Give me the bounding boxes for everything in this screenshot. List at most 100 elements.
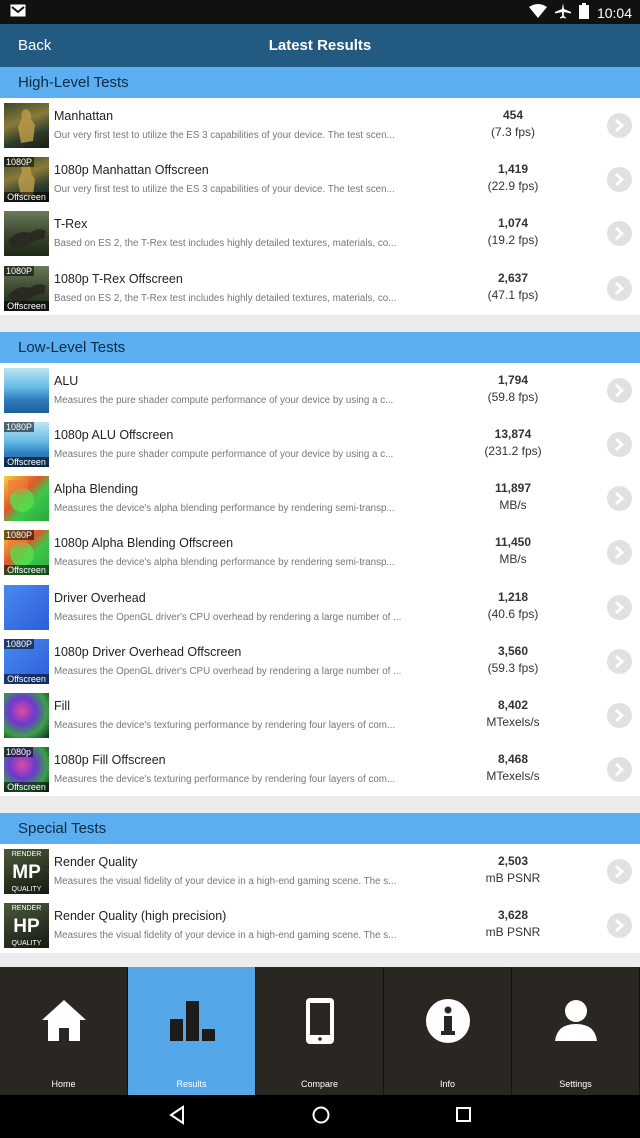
test-score: 1,218 (40.6 fps) <box>450 590 576 621</box>
score-unit: (231.2 fps) <box>484 443 542 458</box>
test-description: Measures the OpenGL driver's CPU overhea… <box>54 611 402 623</box>
clock: 10:04 <box>596 4 632 21</box>
section-gap <box>0 314 640 332</box>
render-quality-high-thumbnail: RENDER HP QUALITY <box>4 903 49 949</box>
test-score: 1,419 (22.9 fps) <box>450 162 576 193</box>
score-value: 8,468 <box>497 752 529 767</box>
chevron-right-icon[interactable] <box>607 167 632 193</box>
tab-home[interactable]: Home <box>0 967 128 1095</box>
tab-results[interactable]: Results <box>128 967 256 1095</box>
chevron-right-icon[interactable] <box>607 377 632 403</box>
score-value: 1,794 <box>497 372 529 387</box>
chevron-right-icon[interactable] <box>607 594 632 620</box>
result-row-fill-offscreen[interactable]: 1080p Offscreen 1080p Fill Offscreen Mea… <box>0 742 640 797</box>
resolution-tag: 1080P <box>4 530 35 541</box>
result-row-render-quality[interactable]: RENDER MP QUALITY Render Quality Measure… <box>0 844 640 899</box>
chevron-right-icon[interactable] <box>607 113 632 138</box>
fill-offscreen-thumbnail: 1080p Offscreen <box>4 747 49 793</box>
test-name: 1080p ALU Offscreen <box>54 427 174 442</box>
quality-label: QUALITY <box>11 886 42 894</box>
app-header: Back Latest Results <box>0 24 640 67</box>
section-header-high-level: High-Level Tests <box>0 67 640 98</box>
chevron-right-icon[interactable] <box>607 859 632 885</box>
tab-compare[interactable]: Compare <box>256 967 384 1095</box>
chevron-right-icon[interactable] <box>607 913 632 939</box>
manhattan-thumbnail <box>4 103 49 148</box>
results-list[interactable]: High-Level Tests Manhattan Our very firs… <box>0 67 640 967</box>
tab-settings[interactable]: Settings <box>512 967 640 1095</box>
test-description: Based on ES 2, the T-Rex test includes h… <box>54 238 397 250</box>
alpha-blending-offscreen-thumbnail: 1080P Offscreen <box>4 530 49 576</box>
result-row-driver-overhead-offscreen[interactable]: 1080P Offscreen 1080p Driver Overhead Of… <box>0 633 640 688</box>
alu-offscreen-thumbnail: 1080P Offscreen <box>4 421 49 467</box>
hp-label: HP <box>13 916 40 938</box>
score-value: 2,503 <box>497 854 529 869</box>
score-value: 3,628 <box>497 908 529 923</box>
result-row-trex[interactable]: T-Rex Based on ES 2, the T-Rex test incl… <box>0 206 640 261</box>
chevron-right-icon[interactable] <box>607 486 632 512</box>
result-row-fill[interactable]: Fill Measures the device's texturing per… <box>0 687 640 743</box>
resolution-tag: 1080p <box>4 747 34 758</box>
test-name: Fill <box>54 698 70 713</box>
chevron-right-icon[interactable] <box>607 221 632 247</box>
score-unit: (19.2 fps) <box>487 233 539 248</box>
section-header-low-level: Low-Level Tests <box>0 331 640 363</box>
home-circle-icon[interactable] <box>311 1105 331 1125</box>
resolution-tag: 1080P <box>4 157 35 168</box>
test-score: 3,560 (59.3 fps) <box>450 644 576 675</box>
test-description: Our very first test to utilize the ES 3 … <box>54 130 395 141</box>
result-row-alu[interactable]: ALU Measures the pure shader compute per… <box>0 362 640 417</box>
section-header-special: Special Tests <box>0 813 640 845</box>
section-gap <box>0 796 640 814</box>
tab-label: Info <box>439 1079 455 1089</box>
score-value: 454 <box>502 108 524 122</box>
info-icon <box>426 999 470 1043</box>
result-row-trex-offscreen[interactable]: 1080P Offscreen 1080p T-Rex Offscreen Ba… <box>0 260 640 315</box>
test-description: Measures the OpenGL driver's CPU overhea… <box>54 665 402 677</box>
chevron-right-icon[interactable] <box>607 275 632 301</box>
section-low-level: ALU Measures the pure shader compute per… <box>0 362 640 797</box>
tab-label: Home <box>51 1079 76 1089</box>
fill-thumbnail <box>4 692 49 738</box>
score-value: 1,074 <box>497 216 529 231</box>
result-row-alpha-blending-offscreen[interactable]: 1080P Offscreen 1080p Alpha Blending Off… <box>0 525 640 580</box>
score-unit: mB PSNR <box>485 871 541 886</box>
result-row-driver-overhead[interactable]: Driver Overhead Measures the OpenGL driv… <box>0 579 640 634</box>
test-name: Manhattan <box>54 109 114 123</box>
score-unit: (47.1 fps) <box>487 287 539 302</box>
test-score: 1,074 (19.2 fps) <box>450 216 576 247</box>
chevron-right-icon[interactable] <box>607 757 632 783</box>
test-name: 1080p Alpha Blending Offscreen <box>54 536 234 551</box>
home-icon <box>42 1000 86 1041</box>
test-description: Measures the visual fidelity of your dev… <box>54 930 397 942</box>
resolution-tag: 1080P <box>4 421 35 432</box>
result-row-manhattan-offscreen[interactable]: 1080P Offscreen 1080p Manhattan Offscree… <box>0 152 640 207</box>
result-row-render-quality-high[interactable]: RENDER HP QUALITY Render Quality (high p… <box>0 898 640 953</box>
test-score: 8,402 MTexels/s <box>450 698 576 729</box>
offscreen-tag: Offscreen <box>4 565 49 576</box>
tab-label: Settings <box>559 1079 592 1089</box>
offscreen-tag: Offscreen <box>4 673 49 684</box>
score-unit: MB/s <box>499 498 527 513</box>
result-row-alu-offscreen[interactable]: 1080P Offscreen 1080p ALU Offscreen Meas… <box>0 416 640 472</box>
chevron-right-icon[interactable] <box>607 702 632 728</box>
recents-square-icon[interactable] <box>455 1105 473 1125</box>
chevron-right-icon[interactable] <box>607 540 632 566</box>
chevron-right-icon[interactable] <box>607 431 632 457</box>
back-triangle-icon[interactable] <box>168 1105 186 1125</box>
test-score: 1,794 (59.8 fps) <box>450 373 576 404</box>
result-row-alpha-blending[interactable]: Alpha Blending Measures the device's alp… <box>0 471 640 526</box>
test-name: 1080p Manhattan Offscreen <box>54 163 209 178</box>
result-row-manhattan[interactable]: Manhattan Our very first test to utilize… <box>0 98 640 153</box>
tab-info[interactable]: Info <box>384 967 512 1095</box>
test-description: Measures the device's alpha blending per… <box>54 557 395 569</box>
test-name: Render Quality (high precision) <box>54 909 227 924</box>
test-description: Measures the pure shader compute perform… <box>54 448 394 460</box>
wifi-icon <box>528 4 547 21</box>
section-high-level: Manhattan Our very first test to utilize… <box>0 98 640 315</box>
chevron-right-icon[interactable] <box>607 648 632 674</box>
page-title: Latest Results <box>268 37 372 54</box>
trex-thumbnail <box>4 211 49 257</box>
score-unit: mB PSNR <box>485 925 541 940</box>
score-value: 1,218 <box>497 589 529 604</box>
